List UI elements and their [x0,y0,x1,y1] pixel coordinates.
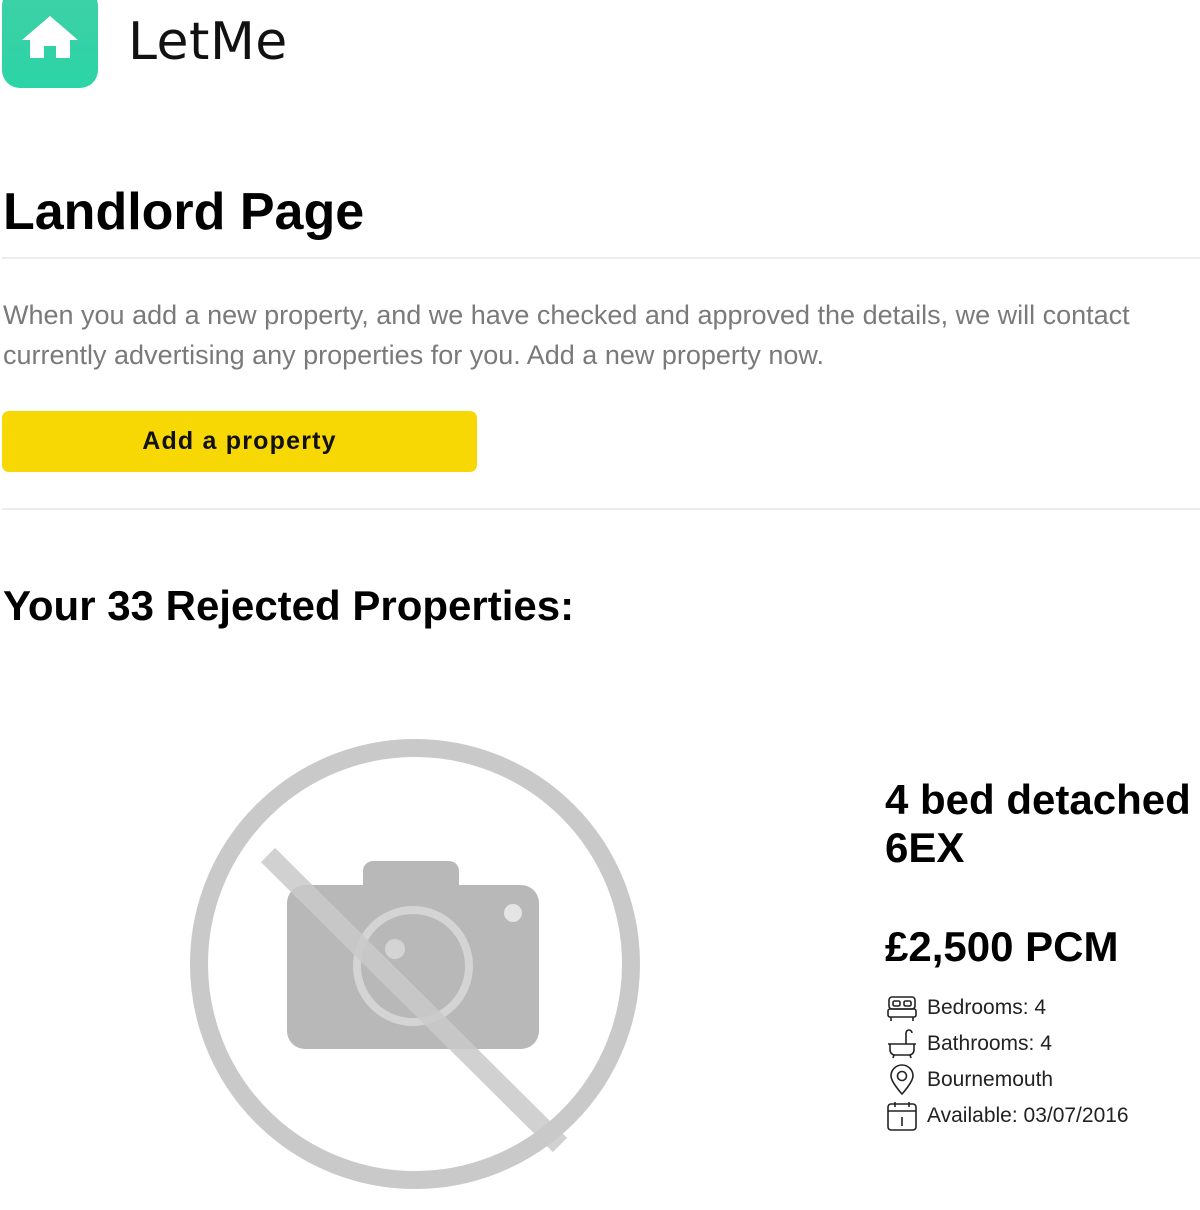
divider [2,257,1200,259]
divider [2,508,1200,510]
brand-name[interactable]: LetMe [128,12,288,72]
logo[interactable] [2,0,98,88]
property-title-line-1: 4 bed detached [885,776,1191,823]
feature-bathrooms: Bathrooms: 4 [885,1026,1129,1062]
no-photo-icon [190,739,640,1189]
add-property-button[interactable]: Add a property [2,411,477,472]
bath-icon [885,1027,919,1061]
feature-availability-text: Available: 03/07/2016 [927,1104,1129,1127]
property-features: Bedrooms: 4 Bathrooms: 4 Bournemouth Ava… [885,990,1129,1134]
feature-availability: Available: 03/07/2016 [885,1098,1129,1134]
feature-bedrooms: Bedrooms: 4 [885,990,1129,1026]
property-title[interactable]: 4 bed detached 6EX [885,776,1191,872]
feature-bathrooms-text: Bathrooms: 4 [927,1032,1052,1055]
calendar-icon [885,1099,919,1133]
location-pin-icon [885,1063,919,1097]
feature-location-text: Bournemouth [927,1068,1054,1091]
property-image[interactable] [180,735,650,1210]
intro-text: When you add a new property, and we have… [3,295,1200,375]
feature-bedrooms-text: Bedrooms: 4 [927,996,1047,1019]
property-title-line-2: 6EX [885,824,965,871]
intro-line-1: When you add a new property, and we have… [3,300,1130,330]
feature-location: Bournemouth [885,1062,1129,1098]
property-price: £2,500 PCM [885,923,1119,970]
rejected-properties-heading: Your 33 Rejected Properties: [3,582,575,629]
bed-icon [885,991,919,1025]
page-title: Landlord Page [3,183,365,241]
intro-line-2: currently advertising any properties for… [3,340,824,370]
house-icon [22,16,78,58]
